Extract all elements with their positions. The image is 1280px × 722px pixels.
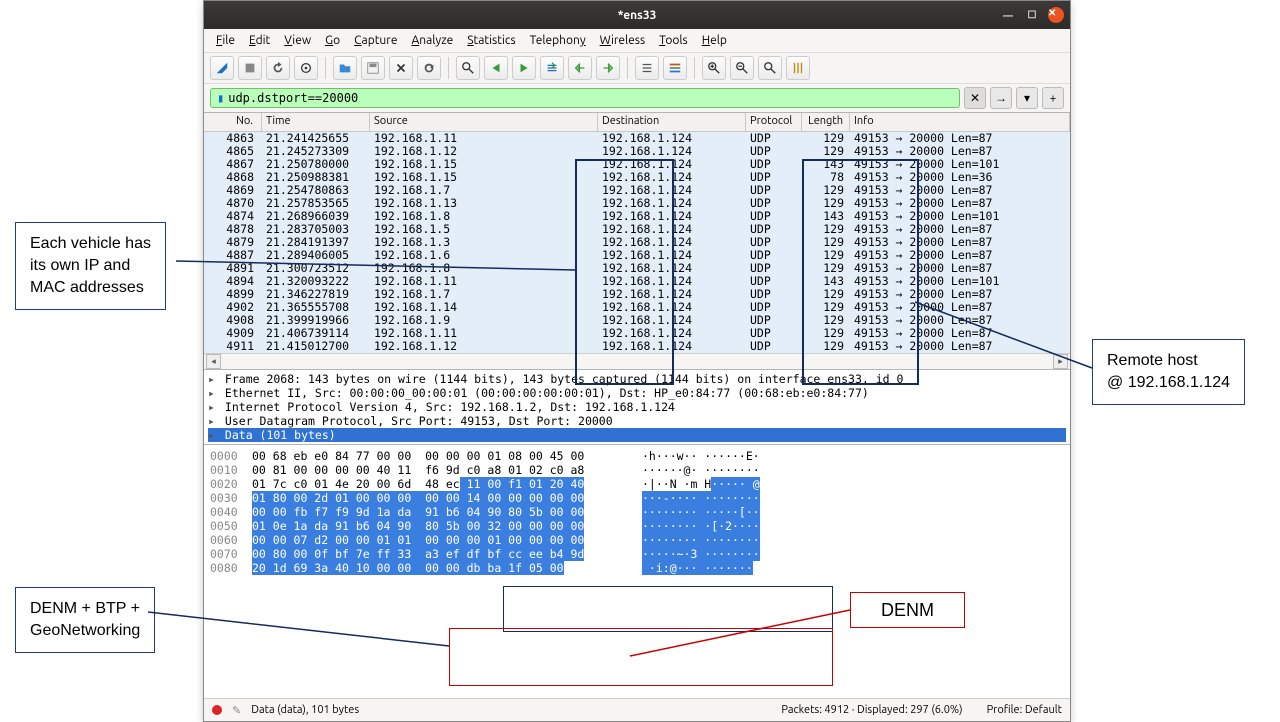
table-row[interactable]: 487421.268966039192.168.1.8192.168.1.124… <box>204 210 1070 223</box>
close-file-icon[interactable] <box>389 56 413 80</box>
open-icon[interactable] <box>333 56 357 80</box>
col-src-header[interactable]: Source <box>370 113 598 131</box>
scroll-right-icon[interactable]: ▸ <box>1053 354 1068 369</box>
expert-info-icon[interactable] <box>212 705 222 715</box>
close-icon[interactable]: ✕ <box>1048 7 1064 23</box>
apply-filter-icon[interactable]: → <box>990 87 1012 109</box>
status-packets: Packets: 4912 · Displayed: 297 (6.0%) <box>781 704 962 716</box>
menu-file[interactable]: File <box>210 32 241 49</box>
table-row[interactable]: 487021.257853565192.168.1.13192.168.1.12… <box>204 197 1070 210</box>
table-row[interactable]: 490821.399919966192.168.1.9192.168.1.124… <box>204 314 1070 327</box>
hex-pane[interactable]: 000000 68 eb e0 84 77 00 00 00 00 00 01 … <box>204 445 1070 698</box>
table-row[interactable]: 491121.415012700192.168.1.12192.168.1.12… <box>204 340 1070 353</box>
annotation-denm: DENM <box>850 592 965 628</box>
menu-telephony[interactable]: Telephony <box>524 32 592 49</box>
zoom-reset-icon[interactable] <box>758 56 782 80</box>
goto-icon[interactable] <box>540 56 564 80</box>
statusbar: ✎ Data (data), 101 bytes Packets: 4912 ·… <box>204 698 1070 721</box>
next-icon[interactable] <box>512 56 536 80</box>
table-row[interactable]: 489921.346227819192.168.1.7192.168.1.124… <box>204 288 1070 301</box>
prev-icon[interactable] <box>484 56 508 80</box>
save-icon[interactable] <box>361 56 385 80</box>
bookmark-icon[interactable]: ▮ <box>217 91 224 105</box>
menubar: File Edit View Go Capture Analyze Statis… <box>204 29 1070 53</box>
table-row[interactable]: 487821.283705003192.168.1.5192.168.1.124… <box>204 223 1070 236</box>
find-icon[interactable] <box>456 56 480 80</box>
col-len-header[interactable]: Length <box>802 113 850 131</box>
packet-list-header[interactable]: No. Time Source Destination Protocol Len… <box>204 113 1070 132</box>
menu-capture[interactable]: Capture <box>348 32 403 49</box>
scroll-left-icon[interactable]: ◂ <box>206 354 221 369</box>
packet-list: No. Time Source Destination Protocol Len… <box>204 112 1070 370</box>
restart-icon[interactable] <box>266 56 290 80</box>
col-dst-header[interactable]: Destination <box>598 113 746 131</box>
status-profile[interactable]: Profile: Default <box>987 704 1062 716</box>
zoom-in-icon[interactable] <box>702 56 726 80</box>
clear-filter-icon[interactable]: ✕ <box>964 87 986 109</box>
menu-go[interactable]: Go <box>319 32 346 49</box>
packet-list-body[interactable]: 486321.241425655192.168.1.11192.168.1.12… <box>204 132 1070 353</box>
options-icon[interactable] <box>294 56 318 80</box>
maximize-icon[interactable]: ☐ <box>1024 7 1040 23</box>
h-scrollbar[interactable]: ◂ ▸ <box>204 353 1070 369</box>
menu-help[interactable]: Help <box>696 32 733 49</box>
menu-edit[interactable]: Edit <box>243 32 276 49</box>
table-row[interactable]: 488721.289406005192.168.1.6192.168.1.124… <box>204 249 1070 262</box>
annotation-remote: Remote host @ 192.168.1.124 <box>1092 339 1245 405</box>
menu-wireless[interactable]: Wireless <box>594 32 652 49</box>
filter-bar: ▮ udp.dstport==20000 ✕ → ▾ + <box>204 84 1070 112</box>
filter-history-icon[interactable]: ▾ <box>1016 87 1038 109</box>
menu-tools[interactable]: Tools <box>653 32 694 49</box>
table-row[interactable]: 489121.300723512192.168.1.8192.168.1.124… <box>204 262 1070 275</box>
col-proto-header[interactable]: Protocol <box>746 113 802 131</box>
table-row[interactable]: 490921.406739114192.168.1.11192.168.1.12… <box>204 327 1070 340</box>
fin-icon[interactable] <box>210 56 234 80</box>
edit-icon[interactable]: ✎ <box>232 704 241 717</box>
menu-analyze[interactable]: Analyze <box>405 32 459 49</box>
col-time-header[interactable]: Time <box>262 113 370 131</box>
colorize-icon[interactable] <box>663 56 687 80</box>
table-row[interactable]: 486521.245273309192.168.1.12192.168.1.12… <box>204 145 1070 158</box>
packet-details[interactable]: ▸ Frame 2068: 143 bytes on wire (1144 bi… <box>204 370 1070 445</box>
table-row[interactable]: 486821.250988381192.168.1.15192.168.1.12… <box>204 171 1070 184</box>
toolbar <box>204 53 1070 84</box>
annotation-geo: DENM + BTP + GeoNetworking <box>15 587 155 653</box>
zoom-out-icon[interactable] <box>730 56 754 80</box>
filter-text: udp.dstport==20000 <box>228 91 358 105</box>
minimize-icon[interactable]: — <box>1000 7 1016 23</box>
table-row[interactable]: 486721.250780000192.168.1.15192.168.1.12… <box>204 158 1070 171</box>
table-row[interactable]: 486321.241425655192.168.1.11192.168.1.12… <box>204 132 1070 145</box>
last-icon[interactable] <box>596 56 620 80</box>
stop-icon[interactable] <box>238 56 262 80</box>
menu-view[interactable]: View <box>278 32 317 49</box>
display-filter-input[interactable]: ▮ udp.dstport==20000 <box>210 88 960 108</box>
menu-statistics[interactable]: Statistics <box>461 32 521 49</box>
col-info-header[interactable]: Info <box>850 113 1070 131</box>
table-row[interactable]: 489421.320093222192.168.1.11192.168.1.12… <box>204 275 1070 288</box>
table-row[interactable]: 487921.284191397192.168.1.3192.168.1.124… <box>204 236 1070 249</box>
table-row[interactable]: 486921.254780863192.168.1.7192.168.1.124… <box>204 184 1070 197</box>
annotation-vehicle: Each vehicle has its own IP and MAC addr… <box>15 222 166 310</box>
resize-cols-icon[interactable] <box>786 56 810 80</box>
add-filter-icon[interactable]: + <box>1042 87 1064 109</box>
table-row[interactable]: 490221.365555708192.168.1.14192.168.1.12… <box>204 301 1070 314</box>
status-left: Data (data), 101 bytes <box>251 704 359 716</box>
col-no-header[interactable]: No. <box>204 113 262 131</box>
window-title: *ens33 <box>618 9 657 22</box>
first-icon[interactable] <box>568 56 592 80</box>
reload-icon[interactable] <box>417 56 441 80</box>
autoscroll-icon[interactable] <box>635 56 659 80</box>
titlebar: *ens33 — ☐ ✕ <box>204 1 1070 29</box>
